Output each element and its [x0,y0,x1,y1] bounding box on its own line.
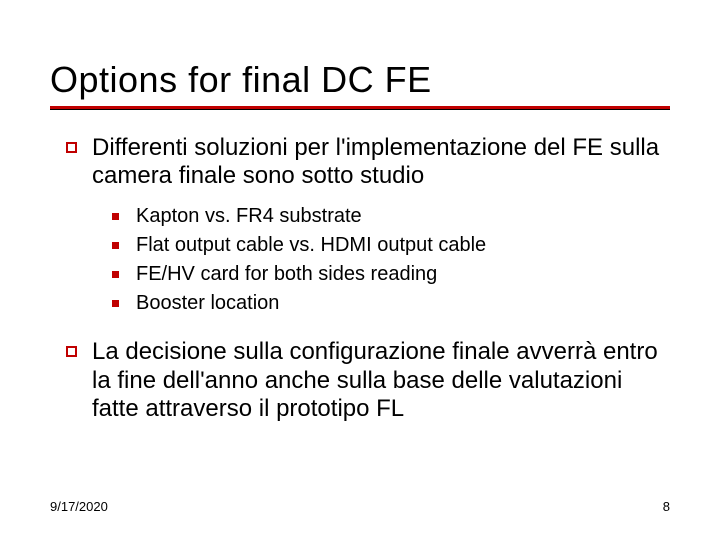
footer-page: 8 [663,499,670,514]
bullet-text: Differenti soluzioni per l'implementazio… [92,134,670,191]
square-open-icon [50,338,92,423]
footer-date: 9/17/2020 [50,499,108,514]
slide-body: Differenti soluzioni per l'implementazio… [50,112,670,424]
bullet-level1: La decisione sulla configurazione finale… [50,338,670,423]
slide-title: Options for final DC FE [50,60,670,100]
bullet-level2: Flat output cable vs. HDMI output cable [50,233,670,258]
square-solid-icon [50,291,136,316]
subbullet-text: Flat output cable vs. HDMI output cable [136,233,670,258]
subbullet-text: Kapton vs. FR4 substrate [136,204,670,229]
sublist: Kapton vs. FR4 substrate Flat output cab… [50,204,670,316]
square-solid-icon [50,233,136,258]
slide: Options for final DC FE Differenti soluz… [0,0,720,540]
bullet-level2: FE/HV card for both sides reading [50,262,670,287]
square-solid-icon [50,262,136,287]
slide-footer: 9/17/2020 8 [50,499,670,514]
bullet-level2: Booster location [50,291,670,316]
bullet-level2: Kapton vs. FR4 substrate [50,204,670,229]
subbullet-text: Booster location [136,291,670,316]
bullet-text: La decisione sulla configurazione finale… [92,338,670,423]
square-open-icon [50,134,92,191]
bullet-level1: Differenti soluzioni per l'implementazio… [50,134,670,191]
square-solid-icon [50,204,136,229]
subbullet-text: FE/HV card for both sides reading [136,262,670,287]
title-block: Options for final DC FE [50,0,670,112]
